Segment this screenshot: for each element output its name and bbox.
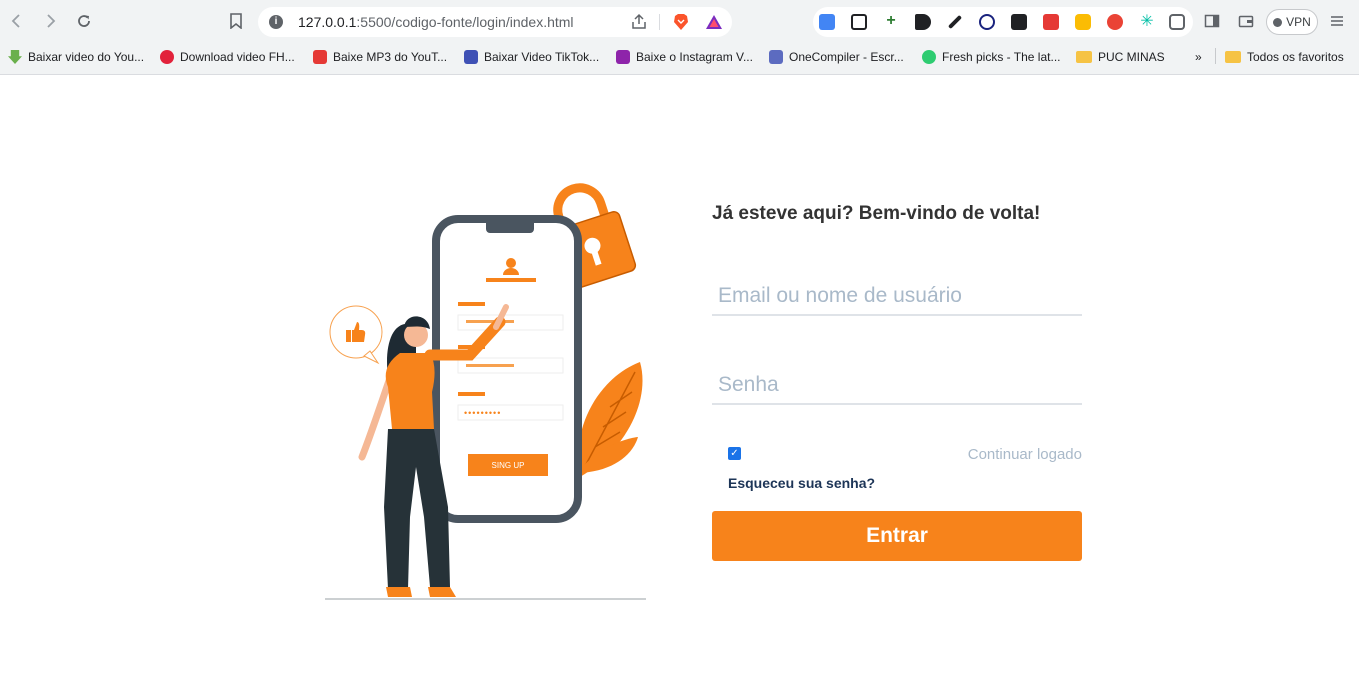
menu-button[interactable]	[1326, 10, 1348, 32]
password-mask-text: •••••••••	[464, 408, 501, 418]
login-heading: Já esteve aqui? Bem-vindo de volta!	[712, 203, 1041, 224]
red-circle-extension-icon[interactable]	[1107, 14, 1123, 30]
bookmarks-divider	[1215, 48, 1216, 64]
bookmark-item[interactable]: OneCompiler - Escr...	[769, 48, 904, 66]
screenshot-extension-icon[interactable]	[1043, 14, 1059, 30]
mp3-download-icon	[313, 50, 327, 64]
bookmarks-overflow-button[interactable]: »	[1195, 48, 1202, 66]
login-page: ••••••••• SING UP Já esteve aqui? Bem-vi…	[0, 75, 1359, 691]
bookmark-item[interactable]: Baixe o Instagram V...	[616, 48, 753, 66]
bookmark-label: Baixe o Instagram V...	[636, 50, 753, 64]
bookmark-label: Todos os favoritos	[1247, 50, 1344, 64]
overflow-chevron-icon: »	[1195, 50, 1202, 64]
vpn-label: VPN	[1286, 15, 1311, 29]
translate-extension-icon[interactable]	[819, 14, 835, 30]
arrow-left-icon	[11, 14, 20, 28]
sidebar-icon	[1204, 14, 1220, 28]
clipboard-extension-icon[interactable]	[1075, 14, 1091, 30]
fresh-picks-icon	[922, 50, 936, 64]
brave-rewards-button[interactable]	[705, 13, 723, 31]
picture-in-picture-icon[interactable]	[851, 14, 867, 30]
forgot-password-link[interactable]: Esqueceu sua senha?	[728, 475, 875, 491]
vpn-status-icon	[1273, 17, 1283, 27]
browser-toolbar: i 127.0.0.1:5500/codigo-fonte/login/inde…	[0, 0, 1359, 42]
tiktok-download-icon	[464, 50, 478, 64]
wallet-button[interactable]	[1235, 10, 1257, 32]
password-field[interactable]	[712, 367, 1082, 405]
bookmark-folder[interactable]: PUC MINAS	[1076, 48, 1165, 66]
bookmark-label: OneCompiler - Escr...	[789, 50, 904, 64]
thumbs-up-bubble-icon	[329, 305, 383, 365]
asterisk-extension-icon[interactable]: ✳	[1139, 14, 1155, 30]
bookmarks-bar: Baixar video do You... Download video FH…	[0, 44, 1359, 68]
illustration-signup-label: SING UP	[492, 461, 525, 470]
bookmark-item[interactable]: Download video FH...	[160, 48, 295, 66]
search-zoom-extension-icon[interactable]	[979, 14, 995, 30]
wallet-icon	[1238, 15, 1254, 28]
hamburger-menu-icon	[1331, 16, 1343, 26]
bookmark-label: Baixar Video TikTok...	[484, 50, 600, 64]
code-icon	[769, 50, 783, 64]
login-submit-button[interactable]: Entrar	[712, 511, 1082, 561]
browser-chrome: i 127.0.0.1:5500/codigo-fonte/login/inde…	[0, 0, 1359, 75]
all-favorites-folder[interactable]: Todos os favoritos	[1225, 48, 1344, 66]
bookmark-label: Fresh picks - The lat...	[942, 50, 1061, 64]
forward-button[interactable]	[39, 10, 61, 32]
font-extension-icon[interactable]	[1011, 14, 1027, 30]
reload-icon	[78, 15, 90, 27]
login-form: Já esteve aqui? Bem-vindo de volta! ✓ Co…	[712, 203, 1082, 561]
site-info-icon[interactable]: i	[269, 15, 283, 29]
extensions-bar: + ✳	[813, 7, 1193, 37]
sidebar-toggle-button[interactable]	[1201, 10, 1223, 32]
leaf-icon	[578, 362, 643, 477]
bookmark-label: Download video FH...	[180, 50, 295, 64]
keep-logged-checkbox[interactable]: ✓	[728, 447, 741, 460]
bookmark-page-button[interactable]	[225, 10, 247, 32]
eyedropper-extension-icon[interactable]	[947, 14, 963, 30]
bookmark-icon	[230, 13, 242, 29]
bookmark-item[interactable]: Baixar video do You...	[8, 48, 144, 66]
download-arrow-icon	[8, 50, 22, 64]
rewards-triangle-icon	[706, 15, 722, 29]
address-bar[interactable]: i 127.0.0.1:5500/codigo-fonte/login/inde…	[258, 7, 732, 37]
arrow-right-icon	[47, 14, 56, 28]
puzzle-extensions-icon[interactable]	[1169, 14, 1185, 30]
bookmark-item[interactable]: Fresh picks - The lat...	[922, 48, 1060, 66]
instagram-download-icon	[616, 50, 630, 64]
bookmark-label: Baixar video do You...	[28, 50, 145, 64]
address-url[interactable]: 127.0.0.1:5500/codigo-fonte/login/index.…	[298, 14, 574, 30]
share-button[interactable]	[630, 13, 648, 31]
signup-illustration: ••••••••• SING UP	[325, 183, 646, 600]
plus-extension-icon[interactable]: +	[883, 13, 899, 30]
bookmark-item[interactable]: Baixar Video TikTok...	[464, 48, 599, 66]
folder-icon	[1076, 51, 1092, 63]
4k-downloader-icon	[160, 50, 174, 64]
keep-logged-label[interactable]: Continuar logado	[968, 446, 1082, 463]
phone-mockup: ••••••••• SING UP	[432, 215, 582, 523]
bookmark-label: Baixe MP3 do YouT...	[333, 50, 448, 64]
brave-shields-button[interactable]	[672, 13, 690, 31]
email-field[interactable]	[712, 278, 1082, 316]
volume-extension-icon[interactable]	[915, 14, 931, 30]
omnibox-divider	[659, 14, 660, 30]
back-button[interactable]	[6, 10, 28, 32]
bookmark-item[interactable]: Baixe MP3 do YouT...	[313, 48, 447, 66]
bookmark-label: PUC MINAS	[1098, 50, 1165, 64]
reload-button[interactable]	[73, 10, 95, 32]
share-icon	[632, 13, 646, 29]
vpn-button[interactable]: VPN	[1266, 9, 1318, 35]
folder-icon	[1225, 51, 1241, 63]
brave-lion-icon	[674, 14, 688, 30]
